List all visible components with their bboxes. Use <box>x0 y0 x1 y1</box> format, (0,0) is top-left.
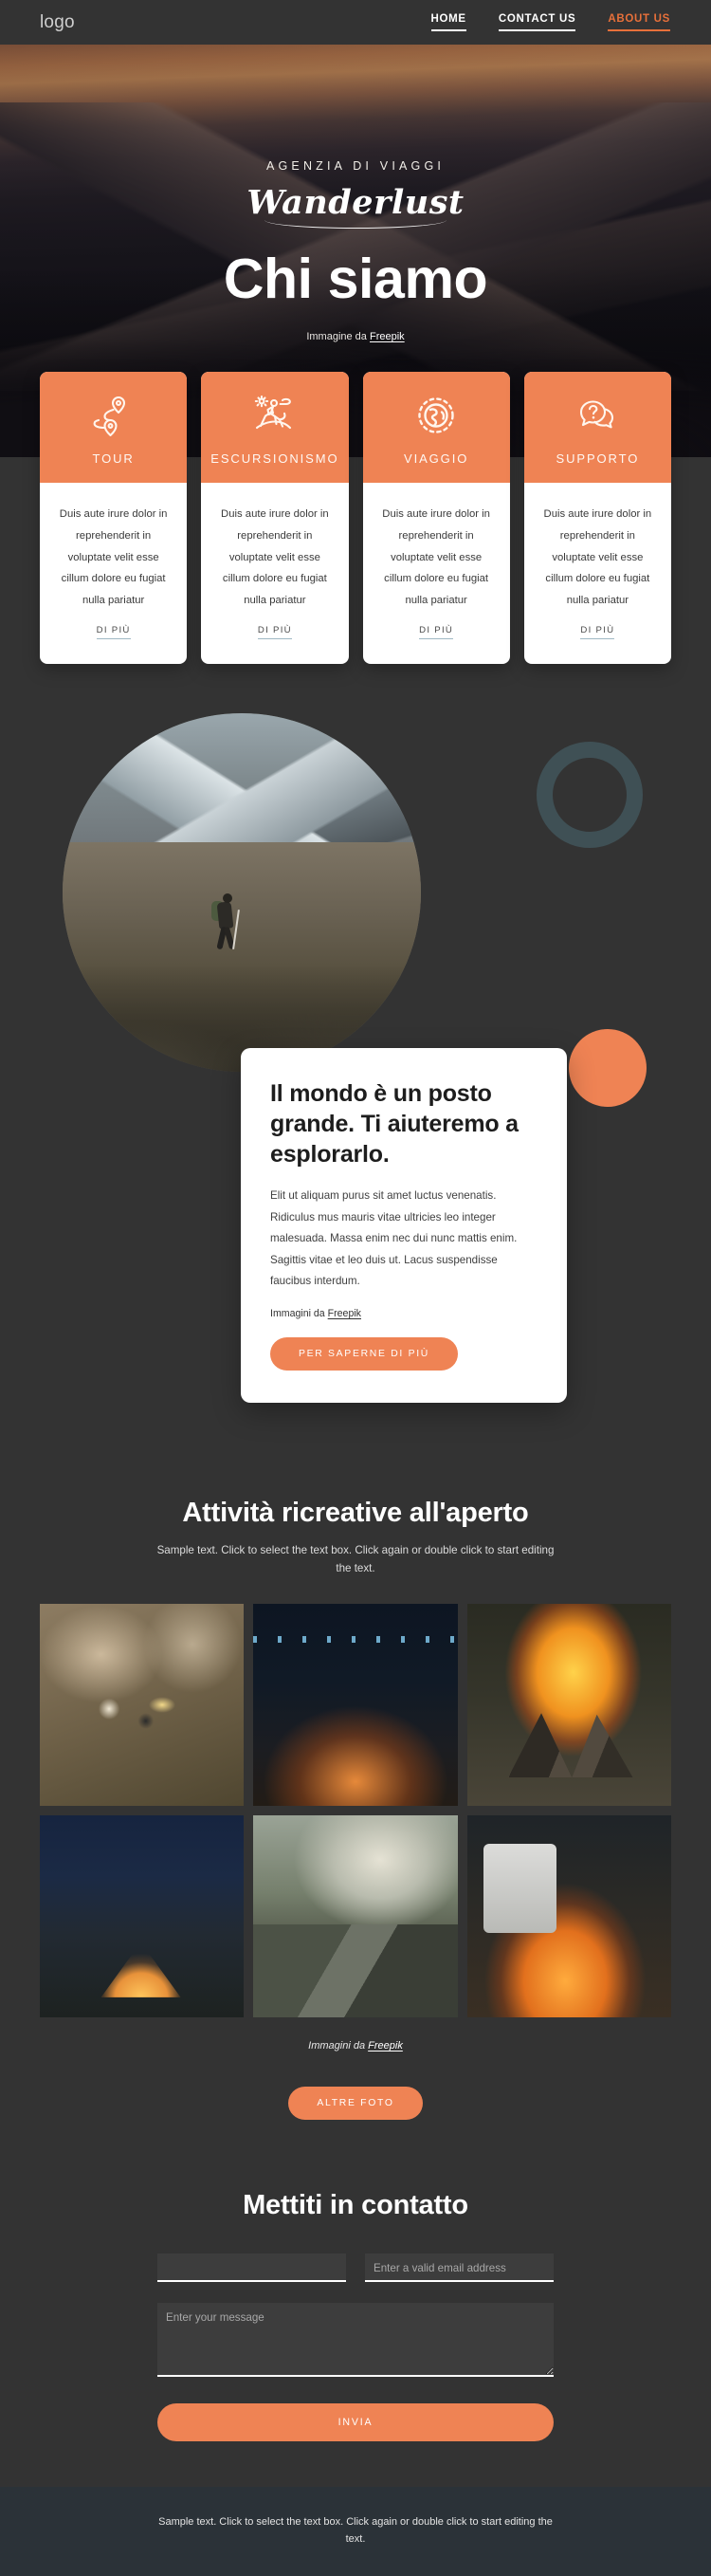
gallery-image-6[interactable] <box>466 1815 671 2018</box>
feature-card-more-link[interactable]: DI PIÙ <box>257 625 292 640</box>
email-input[interactable] <box>365 2254 554 2283</box>
feature-card-body: Duis aute irure dolor in reprehenderit i… <box>363 483 510 664</box>
site-footer: Sample text. Click to select the text bo… <box>0 2487 711 2576</box>
feature-card-text: Duis aute irure dolor in reprehenderit i… <box>543 508 652 607</box>
about-photo <box>63 713 421 1073</box>
gallery-image-1[interactable] <box>40 1604 245 1807</box>
hero-image-credit: Immagine da Freepik <box>0 331 711 342</box>
gallery-subtitle: Sample text. Click to select the text bo… <box>156 1544 555 1574</box>
feature-card-title: ESCURSIONISMO <box>210 451 339 466</box>
feature-card-text: Duis aute irure dolor in reprehenderit i… <box>382 508 490 607</box>
about-text: Elit ut aliquam purus sit amet luctus ve… <box>270 1189 518 1288</box>
page-title: Chi siamo <box>223 248 488 311</box>
gallery-image-4[interactable] <box>40 1815 245 2018</box>
feature-cards-section: TOUR Duis aute irure dolor in reprehende… <box>0 372 711 665</box>
hero-eyebrow: AGENZIA DI VIAGGI <box>265 159 446 174</box>
about-heading: Il mondo è un posto grande. Ti aiuteremo… <box>270 1080 519 1168</box>
name-input[interactable] <box>157 2254 346 2283</box>
about-image-credit: Immagini da Freepik <box>270 1308 538 1319</box>
more-photos-button[interactable]: ALTRE FOTO <box>288 2087 423 2121</box>
feature-card-more-link[interactable]: DI PIÙ <box>419 625 454 640</box>
gallery-section: Attività ricreative all'aperto Sample te… <box>0 1460 711 2162</box>
gallery-image-5[interactable] <box>253 1815 458 2018</box>
footer-text: Sample text. Click to select the text bo… <box>158 2516 553 2546</box>
globe-icon <box>371 393 502 438</box>
feature-card-escursionismo[interactable]: ESCURSIONISMO Duis aute irure dolor in r… <box>201 372 349 665</box>
chat-question-icon <box>532 393 664 438</box>
contact-section: Mettiti in contatto INVIA <box>0 2162 711 2487</box>
learn-more-button[interactable]: PER SAPERNE DI PIÙ <box>270 1337 458 1371</box>
page-root: logo HOME CONTACT US ABOUT US AGENZIA DI… <box>0 0 711 2576</box>
about-section: Il mondo è un posto grande. Ti aiuteremo… <box>0 664 711 1461</box>
nav-link-about-us[interactable]: ABOUT US <box>608 13 670 31</box>
feature-card-title: SUPPORTO <box>556 451 640 466</box>
feature-card-title: TOUR <box>92 451 135 466</box>
gallery-image-2[interactable] <box>253 1604 458 1807</box>
hero-credit-prefix: Immagine da <box>306 330 370 342</box>
feature-card-title: VIAGGIO <box>404 451 469 466</box>
gallery-title: Attività ricreative all'aperto <box>182 1498 529 1529</box>
gallery-image-credit: Immagini da Freepik <box>0 2040 711 2052</box>
feature-card-text: Duis aute irure dolor in reprehenderit i… <box>59 508 168 607</box>
feature-card-viaggio[interactable]: VIAGGIO Duis aute irure dolor in reprehe… <box>362 372 510 665</box>
about-credit-prefix: Immagini da <box>270 1308 328 1320</box>
contact-form: INVIA <box>157 2254 554 2442</box>
hero-brand-script: Wanderlust <box>246 186 464 231</box>
hero-credit-link[interactable]: Freepik <box>370 331 405 342</box>
main-navigation: HOME CONTACT US ABOUT US <box>430 13 688 31</box>
decorative-ring <box>537 742 643 849</box>
feature-card-more-link[interactable]: DI PIÙ <box>580 625 615 640</box>
about-credit-link[interactable]: Freepik <box>328 1308 361 1319</box>
feature-card-header: SUPPORTO <box>523 372 671 483</box>
feature-card-header: ESCURSIONISMO <box>201 372 349 483</box>
nav-link-home[interactable]: HOME <box>430 13 466 31</box>
feature-card-header: VIAGGIO <box>362 372 510 483</box>
site-logo[interactable]: logo <box>40 12 75 33</box>
feature-card-more-link[interactable]: DI PIÙ <box>96 625 131 640</box>
gallery-credit-prefix: Immagini da <box>308 2040 369 2052</box>
feature-card-body: Duis aute irure dolor in reprehenderit i… <box>40 483 187 664</box>
contact-title: Mettiti in contatto <box>243 2190 468 2221</box>
submit-button[interactable]: INVIA <box>157 2403 554 2442</box>
route-pin-icon <box>47 393 179 438</box>
gallery-credit-link[interactable]: Freepik <box>368 2040 403 2052</box>
feature-card-header: TOUR <box>40 372 188 483</box>
feature-card-supporto[interactable]: SUPPORTO Duis aute irure dolor in repreh… <box>523 372 671 665</box>
hiker-icon <box>209 393 340 438</box>
gallery-grid <box>0 1604 711 2018</box>
decorative-circle <box>569 1029 647 1108</box>
feature-card-tour[interactable]: TOUR Duis aute irure dolor in reprehende… <box>40 372 188 665</box>
site-header: logo HOME CONTACT US ABOUT US <box>0 0 711 45</box>
feature-card-body: Duis aute irure dolor in reprehenderit i… <box>524 483 671 664</box>
feature-card-text: Duis aute irure dolor in reprehenderit i… <box>221 508 329 607</box>
gallery-image-3[interactable] <box>466 1604 671 1807</box>
feature-card-body: Duis aute irure dolor in reprehenderit i… <box>201 483 348 664</box>
message-textarea[interactable] <box>157 2303 554 2378</box>
nav-link-contact-us[interactable]: CONTACT US <box>498 13 576 31</box>
about-content-card: Il mondo è un posto grande. Ti aiuteremo… <box>241 1048 567 1404</box>
